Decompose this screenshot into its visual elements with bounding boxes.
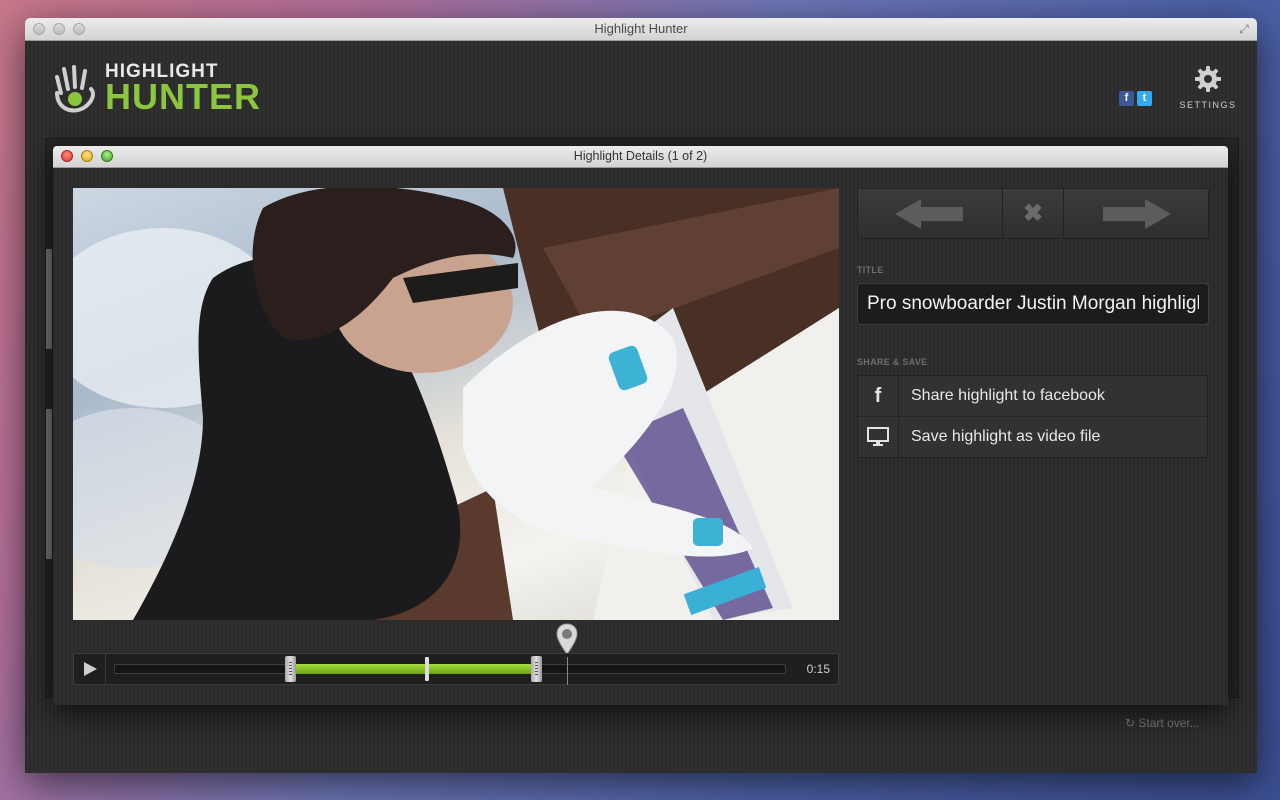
dialog-title: Highlight Details (1 of 2) [573, 149, 708, 163]
window-titlebar: Highlight Hunter ⤢ [25, 18, 1257, 41]
save-video-label: Save highlight as video file [911, 428, 1101, 445]
thumbnail-edge [46, 409, 52, 559]
zoom-window-button[interactable] [73, 23, 85, 35]
gear-icon [1195, 66, 1221, 92]
monitor-icon [858, 417, 899, 457]
selected-segment-second [427, 664, 537, 674]
dialog-close-button[interactable] [61, 150, 73, 162]
dialog-minimize-button[interactable] [81, 150, 93, 162]
start-over-button[interactable]: ↻ Start over... [1125, 716, 1200, 730]
close-window-button[interactable] [33, 23, 45, 35]
share-section-label: SHARE & SAVE [857, 357, 928, 367]
facebook-icon: f [858, 376, 899, 416]
refresh-icon: ↻ [1125, 716, 1136, 730]
remove-highlight-button[interactable]: ✖ [1003, 189, 1064, 238]
hand-logo-icon [55, 64, 95, 112]
save-video-button[interactable]: Save highlight as video file [858, 417, 1207, 457]
fullscreen-icon[interactable]: ⤢ [1237, 22, 1251, 36]
window-controls [33, 23, 85, 35]
logo: HIGHLIGHT HUNTER [51, 62, 261, 115]
selected-segment-first [291, 664, 428, 674]
play-icon [83, 662, 97, 676]
play-button[interactable] [74, 654, 106, 684]
trim-start-handle[interactable] [285, 656, 297, 682]
highlight-details-dialog: Highlight Details (1 of 2) 0:15 ✖ TITLE … [53, 146, 1228, 705]
share-facebook-button[interactable]: f Share highlight to facebook [858, 376, 1207, 417]
next-highlight-button[interactable] [1064, 189, 1208, 238]
dialog-body: 0:15 ✖ TITLE SHARE & SAVE [53, 168, 1228, 705]
thumbnail-edge [46, 249, 52, 349]
facebook-icon[interactable]: f [1119, 91, 1134, 106]
share-facebook-label: Share highlight to facebook [911, 387, 1105, 404]
highlight-navigation: ✖ [857, 188, 1209, 239]
video-preview[interactable] [73, 188, 839, 620]
previous-highlight-button[interactable] [858, 189, 1003, 238]
dialog-titlebar: Highlight Details (1 of 2) [53, 146, 1228, 168]
minimize-window-button[interactable] [53, 23, 65, 35]
playhead-pin-icon[interactable] [556, 623, 578, 655]
share-save-list: f Share highlight to facebook Save highl… [857, 375, 1208, 458]
dialog-window-controls [61, 150, 113, 162]
settings-button[interactable]: SETTINGS [1175, 65, 1241, 110]
window-title: Highlight Hunter [594, 21, 688, 36]
title-section-label: TITLE [857, 265, 884, 275]
dialog-zoom-button[interactable] [101, 150, 113, 162]
video-frame [73, 188, 839, 620]
arrow-left-icon [895, 198, 963, 229]
highlight-title-input[interactable] [857, 283, 1209, 325]
timeline-track[interactable] [114, 656, 786, 685]
twitter-icon[interactable]: t [1137, 91, 1152, 106]
midpoint-marker[interactable] [425, 657, 430, 681]
arrow-right-icon [1103, 198, 1171, 229]
settings-label: SETTINGS [1179, 100, 1237, 110]
duration-label: 0:15 [806, 662, 830, 676]
trim-end-handle[interactable] [531, 656, 543, 682]
start-over-label: Start over... [1138, 716, 1200, 730]
close-icon: ✖ [1022, 200, 1044, 227]
logo-text-bottom: HUNTER [105, 76, 261, 117]
social-links: f t [1119, 91, 1152, 106]
playhead-line [567, 657, 569, 685]
timeline-bar: 0:15 [73, 653, 839, 685]
